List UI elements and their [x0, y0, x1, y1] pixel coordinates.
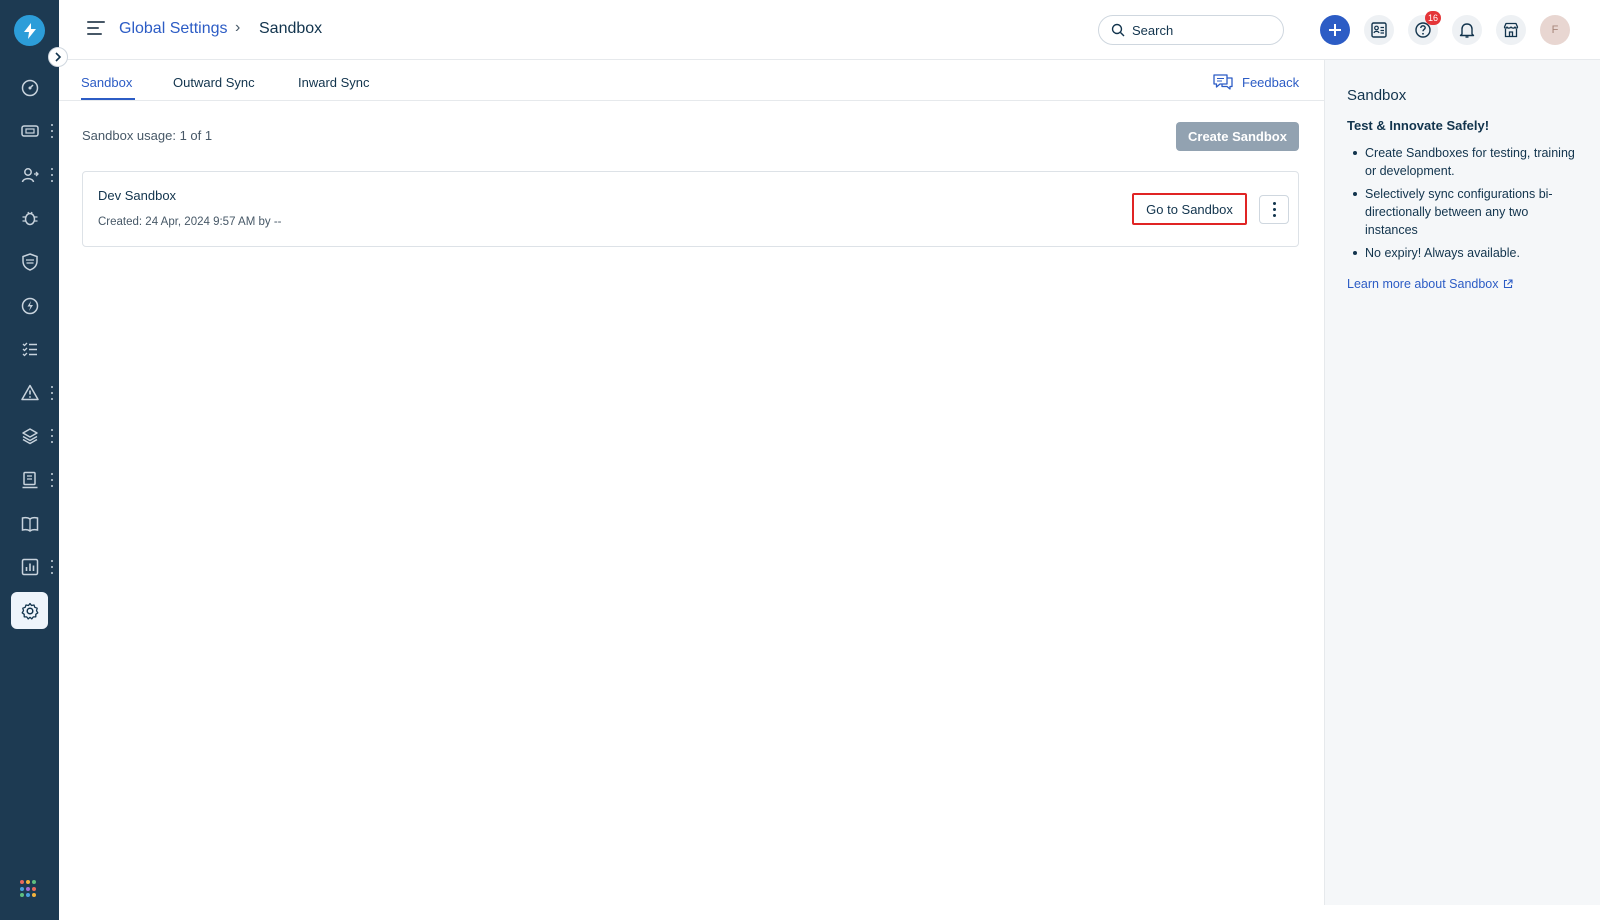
- id-card-icon: [1371, 22, 1387, 38]
- left-nav-rail: [0, 0, 68, 920]
- ticket-menu-icon[interactable]: [50, 124, 54, 138]
- feedback-icon: [1213, 74, 1233, 90]
- breadcrumb-separator: ›: [235, 19, 241, 36]
- chevron-right-icon: [55, 52, 62, 62]
- notifications-button[interactable]: [1452, 15, 1482, 45]
- sidebar-item-settings[interactable]: [11, 592, 48, 629]
- user-avatar[interactable]: F: [1540, 15, 1570, 45]
- app-logo[interactable]: [14, 15, 45, 46]
- sidebar-item-alerts[interactable]: [11, 374, 48, 411]
- kebab-dot: [1272, 214, 1276, 217]
- lightning-logo-icon: [23, 22, 36, 39]
- document-icon: [22, 471, 37, 488]
- sidebar-item-solutions[interactable]: [11, 505, 48, 542]
- settings-icon: [21, 602, 38, 620]
- ticket-icon: [20, 124, 39, 137]
- contacts-icon: [21, 167, 39, 182]
- tasks-icon: [22, 342, 37, 356]
- analytics-menu-icon[interactable]: [50, 560, 54, 574]
- side-panel-title: Sandbox: [1347, 87, 1407, 104]
- sidebar-item-documents[interactable]: [11, 461, 48, 498]
- bullet-item: Selectively sync configurations bi-direc…: [1347, 185, 1582, 239]
- learn-more-label: Learn more about Sandbox: [1347, 277, 1499, 291]
- sidebar-item-automations[interactable]: [11, 287, 48, 324]
- sidebar-item-problems[interactable]: [11, 199, 48, 236]
- page-title: Sandbox: [259, 20, 323, 37]
- bug-icon: [22, 211, 37, 225]
- sidebar-item-assets[interactable]: [11, 417, 48, 454]
- app-switcher-icon[interactable]: [20, 880, 38, 898]
- sidebar-item-tasks[interactable]: [11, 330, 48, 367]
- feedback-link[interactable]: Feedback: [1212, 72, 1299, 92]
- feedback-label: Feedback: [1242, 74, 1300, 90]
- help-button[interactable]: 16: [1408, 11, 1441, 45]
- store-icon: [1503, 22, 1519, 38]
- plus-icon: [1329, 24, 1341, 36]
- kebab-dot: [1272, 208, 1276, 211]
- sandbox-card: Dev Sandbox Created: 24 Apr, 2024 9:57 A…: [82, 171, 1299, 247]
- breadcrumb-global-settings[interactable]: Global Settings: [119, 20, 228, 38]
- sandbox-created-meta: Created: 24 Apr, 2024 9:57 AM by --: [98, 216, 282, 228]
- external-link-icon: [1503, 279, 1513, 289]
- documents-menu-icon[interactable]: [50, 473, 54, 487]
- tab-bar: Sandbox Outward Sync Inward Sync Feedbac…: [59, 60, 1324, 101]
- create-sandbox-button[interactable]: Create Sandbox: [1176, 122, 1299, 151]
- info-side-panel: Sandbox Test & Innovate Safely! Create S…: [1324, 60, 1600, 905]
- go-to-sandbox-button[interactable]: Go to Sandbox: [1132, 193, 1247, 225]
- sandbox-usage-text: Sandbox usage: 1 of 1: [82, 128, 213, 143]
- tab-inward-sync[interactable]: Inward Sync: [298, 75, 370, 90]
- tab-sandbox[interactable]: Sandbox: [81, 75, 132, 90]
- assets-menu-icon[interactable]: [50, 429, 54, 443]
- alert-icon: [20, 384, 39, 400]
- alerts-menu-icon[interactable]: [50, 386, 54, 400]
- sidebar-item-security[interactable]: [11, 243, 48, 280]
- search-icon: [1111, 23, 1125, 37]
- book-icon: [21, 516, 38, 532]
- bullet-item: Create Sandboxes for testing, training o…: [1347, 144, 1582, 180]
- bullet-item: No expiry! Always available.: [1347, 244, 1582, 262]
- sandbox-name: Dev Sandbox: [98, 188, 177, 203]
- sidebar-item-tickets[interactable]: [11, 112, 48, 149]
- search-input[interactable]: Search: [1098, 15, 1284, 45]
- sidebar-item-analytics[interactable]: [11, 548, 48, 585]
- new-item-button[interactable]: [1320, 15, 1350, 45]
- tab-outward-sync[interactable]: Outward Sync: [173, 75, 255, 90]
- sandbox-more-options-button[interactable]: [1259, 195, 1289, 224]
- avatar-initial: F: [1551, 24, 1559, 36]
- help-badge: 16: [1425, 11, 1441, 25]
- contacts-menu-icon[interactable]: [50, 168, 54, 182]
- kebab-dot: [1272, 202, 1276, 205]
- layers-icon: [21, 427, 38, 444]
- dashboard-icon: [21, 79, 38, 96]
- reports-icon: [21, 558, 38, 575]
- search-placeholder: Search: [1132, 22, 1174, 38]
- side-panel-subtitle: Test & Innovate Safely!: [1347, 118, 1490, 133]
- bell-icon: [1459, 23, 1475, 38]
- app-root: Global Settings › Sandbox Search 16 F Sa…: [0, 0, 1600, 920]
- sidebar-item-contacts[interactable]: [11, 156, 48, 193]
- expand-rail-button[interactable]: [48, 47, 68, 67]
- learn-more-link[interactable]: Learn more about Sandbox: [1347, 277, 1513, 291]
- contacts-directory-button[interactable]: [1364, 15, 1394, 45]
- top-header: Global Settings › Sandbox Search 16 F: [59, 0, 1600, 60]
- sidebar-item-dashboard[interactable]: [11, 69, 48, 106]
- main-content: Sandbox Outward Sync Inward Sync Feedbac…: [59, 60, 1324, 920]
- side-panel-bullets: Create Sandboxes for testing, training o…: [1347, 144, 1582, 267]
- shield-icon: [21, 252, 38, 271]
- active-tab-indicator: [81, 98, 135, 100]
- lightning-icon: [21, 297, 38, 314]
- marketplace-button[interactable]: [1496, 15, 1526, 45]
- menu-toggle-icon[interactable]: [87, 21, 105, 37]
